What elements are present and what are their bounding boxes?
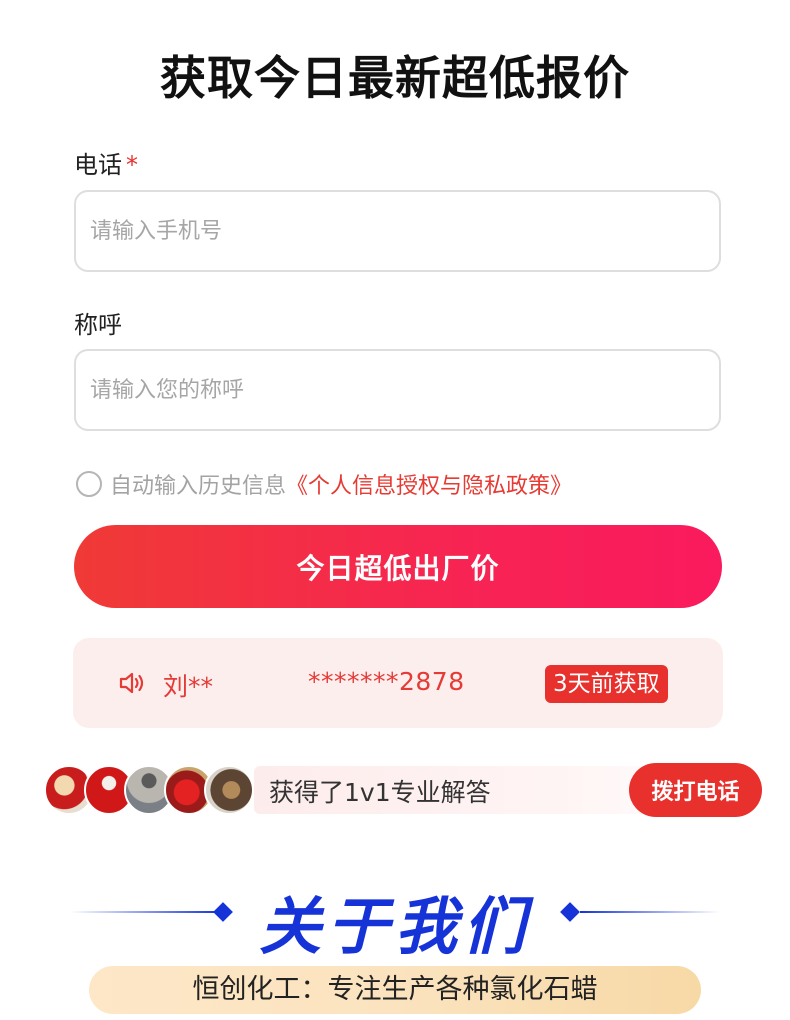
about-heading: 关于我们 (258, 890, 531, 963)
phone-input[interactable] (74, 190, 721, 272)
avatar (204, 765, 254, 815)
consult-bar: 获得了1v1专业解答 拨打电话 (44, 763, 762, 817)
call-button[interactable]: 拨打电话 (629, 763, 762, 817)
divider-line (580, 911, 720, 913)
recent-activity-ticker: 刘** *******2878 3天前获取 (73, 638, 723, 728)
consent-row: 自动输入历史信息 《个人信息授权与隐私政策》 (76, 468, 572, 500)
name-input[interactable] (74, 349, 721, 431)
consent-text: 自动输入历史信息 (110, 474, 287, 499)
consent-radio[interactable] (76, 471, 102, 497)
submit-button[interactable]: 今日超低出厂价 (74, 525, 722, 608)
ticker-name: 刘** (163, 672, 214, 701)
company-tagline: 恒创化工：专注生产各种氯化石蜡 (89, 966, 701, 1014)
privacy-policy-link[interactable]: 《个人信息授权与隐私政策》 (286, 468, 572, 500)
about-section-header: 关于我们 (0, 870, 790, 963)
speaker-icon (119, 672, 144, 694)
consult-text: 获得了1v1专业解答 (269, 778, 491, 807)
ticker-badge: 3天前获取 (545, 665, 668, 703)
page-title: 获取今日最新超低报价 (160, 51, 630, 105)
ticker-phone: *******2878 (308, 667, 465, 696)
required-mark: * (126, 151, 138, 179)
name-label: 称呼 (74, 311, 122, 339)
phone-label-text: 电话 (74, 151, 122, 179)
phone-label: 电话 * (74, 145, 138, 180)
